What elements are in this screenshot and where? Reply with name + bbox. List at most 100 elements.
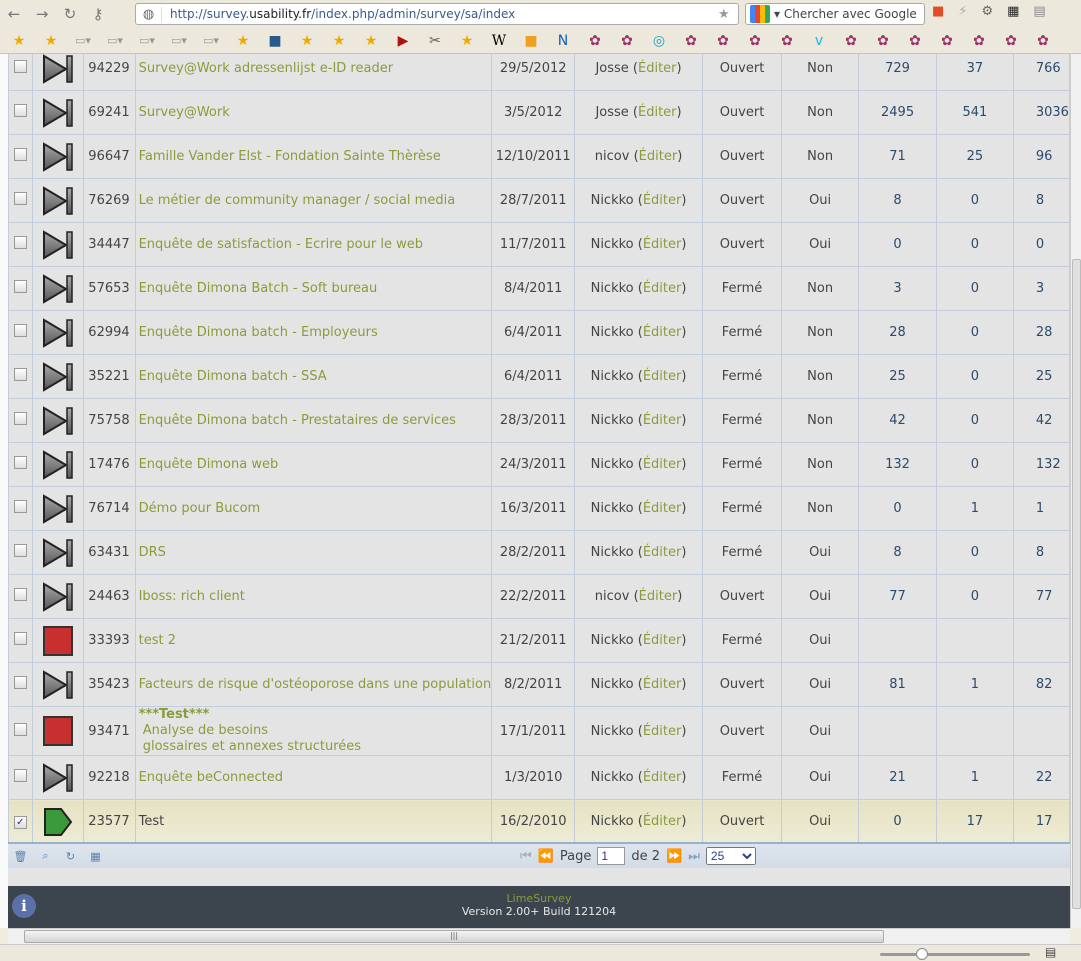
forward-icon[interactable]: → — [28, 5, 56, 23]
bookmark-flower-icon[interactable]: ✿ — [968, 33, 990, 49]
html5-icon[interactable]: ■ — [932, 4, 944, 19]
extension-icon[interactable]: ⚙ — [981, 4, 993, 19]
zoom-slider[interactable] — [880, 948, 1030, 960]
horizontal-scrollbar[interactable]: ||| — [8, 928, 1070, 944]
select-cell[interactable] — [8, 90, 33, 135]
select-cell[interactable] — [8, 662, 33, 707]
row-checkbox[interactable] — [13, 588, 27, 601]
edit-owner-link[interactable]: Éditer — [643, 281, 682, 296]
stop-next-icon[interactable] — [31, 486, 85, 531]
bookmark-flower-icon[interactable]: ✿ — [744, 33, 766, 49]
survey-title-link[interactable]: Enquête Dimona batch - Employeurs — [139, 325, 378, 340]
stop-icon[interactable] — [31, 618, 85, 663]
stop-next-icon[interactable] — [31, 178, 85, 223]
bookmark-flower-icon[interactable]: ✿ — [1000, 33, 1022, 49]
bookmark-flower-icon[interactable]: ✿ — [872, 33, 894, 49]
survey-row[interactable]: 94229 Survey@Work adressenlijst e-ID rea… — [8, 54, 1070, 91]
survey-title[interactable]: Test — [139, 814, 165, 829]
survey-title-link[interactable]: DRS — [139, 545, 166, 560]
stop-icon[interactable] — [31, 706, 85, 756]
select-cell[interactable] — [8, 755, 33, 800]
edit-owner-link[interactable]: Éditer — [643, 457, 682, 472]
stop-next-icon[interactable] — [31, 442, 85, 487]
bookmark-star-icon[interactable]: ★ — [8, 33, 30, 49]
footer-product[interactable]: LimeSurvey — [8, 892, 1070, 905]
stop-next-icon[interactable] — [31, 54, 85, 91]
spellcheck-icon[interactable]: ▤ — [1033, 4, 1045, 19]
bookmark-star-icon[interactable]: ★ — [232, 33, 254, 49]
bookmark-folder-icon[interactable]: ▭▾ — [200, 34, 222, 47]
stop-next-icon[interactable] — [31, 574, 85, 619]
select-cell[interactable] — [8, 706, 33, 756]
survey-row[interactable]: 92218 Enquête beConnected 1/3/2010 Nickk… — [8, 755, 1070, 800]
row-checkbox[interactable] — [13, 148, 27, 161]
survey-row[interactable]: 33393 test 2 21/2/2011 Nickko (Éditer) F… — [8, 618, 1070, 663]
stop-next-icon[interactable] — [31, 90, 85, 135]
survey-title-link[interactable]: Iboss: rich client — [139, 589, 245, 604]
row-checkbox[interactable] — [13, 676, 27, 689]
edit-owner-link[interactable]: Éditer — [643, 770, 682, 785]
bookmark-flower-icon[interactable]: ✿ — [776, 33, 798, 49]
bookmark-sf-icon[interactable]: ■ — [264, 33, 286, 49]
columns-icon[interactable]: ▦ — [83, 850, 108, 863]
survey-row[interactable]: 62994 Enquête Dimona batch - Employeurs … — [8, 310, 1070, 355]
stop-next-icon[interactable] — [31, 662, 85, 707]
stop-next-icon[interactable] — [31, 222, 85, 267]
edit-owner-link[interactable]: Éditer — [643, 369, 682, 384]
vertical-scrollbar[interactable] — [1070, 54, 1081, 928]
stop-next-icon[interactable] — [31, 755, 85, 800]
bookmark-star-icon[interactable]: ★ — [328, 33, 350, 49]
bookmark-flower-icon[interactable]: ✿ — [616, 33, 638, 49]
bookmark-wikipedia-icon[interactable]: W — [488, 33, 510, 49]
survey-title-link[interactable]: Survey@Work — [139, 105, 230, 120]
bookmark-folder-icon[interactable]: ▭▾ — [136, 34, 158, 47]
key-icon[interactable]: ⚷ — [84, 5, 112, 23]
survey-title-link[interactable]: Démo pour Bucom — [139, 501, 261, 516]
bookmark-ring-icon[interactable]: ◎ — [648, 33, 670, 49]
select-cell[interactable] — [8, 54, 33, 91]
select-cell[interactable] — [8, 222, 33, 267]
survey-title-link[interactable]: Facteurs de risque d'ostéoporose dans un… — [139, 677, 491, 692]
bookmark-star-icon[interactable]: ★ — [360, 33, 382, 49]
layout-icon[interactable]: ▤ — [1045, 945, 1056, 959]
row-checkbox[interactable]: ✓ — [13, 816, 27, 829]
select-cell[interactable] — [8, 398, 33, 443]
survey-row[interactable]: 24463 Iboss: rich client 22/2/2011 nicov… — [8, 574, 1070, 619]
survey-row[interactable]: 35423 Facteurs de risque d'ostéoporose d… — [8, 662, 1070, 707]
survey-row[interactable]: 35221 Enquête Dimona batch - SSA 6/4/201… — [8, 354, 1070, 399]
survey-row[interactable]: 69241 Survey@Work 3/5/2012 Josse (Éditer… — [8, 90, 1070, 135]
survey-row[interactable]: 93471 ***Test*** Analyse de besoins glos… — [8, 706, 1070, 756]
survey-title-link[interactable]: Enquête Dimona batch - SSA — [139, 369, 327, 384]
first-page-icon[interactable]: ⏮ — [520, 849, 532, 864]
bookmark-flower-icon[interactable]: ✿ — [936, 33, 958, 49]
bookmark-folder-icon[interactable]: ▭▾ — [104, 34, 126, 47]
edit-owner-link[interactable]: Éditer — [643, 724, 682, 739]
survey-row[interactable]: 76714 Démo pour Bucom 16/3/2011 Nickko (… — [8, 486, 1070, 531]
row-checkbox[interactable] — [13, 456, 27, 469]
bookmark-flower-icon[interactable]: ✿ — [680, 33, 702, 49]
row-checkbox[interactable] — [13, 722, 27, 736]
page-size-select[interactable]: 25 — [705, 847, 756, 865]
bookmark-orange-icon[interactable]: ■ — [520, 33, 542, 49]
row-checkbox[interactable] — [13, 324, 27, 337]
bookmark-flower-icon[interactable]: ✿ — [840, 33, 862, 49]
row-checkbox[interactable] — [13, 769, 27, 782]
edit-owner-link[interactable]: Éditer — [643, 633, 682, 648]
select-cell[interactable] — [8, 178, 33, 223]
row-checkbox[interactable] — [13, 544, 27, 557]
bookmark-star-icon[interactable]: ★ — [296, 33, 318, 49]
bookmark-star-icon[interactable]: ★ — [40, 33, 62, 49]
survey-row[interactable]: 34447 Enquête de satisfaction - Ecrire p… — [8, 222, 1070, 267]
edit-owner-link[interactable]: Éditer — [643, 193, 682, 208]
survey-title-link[interactable]: Survey@Work adressenlijst e-ID reader — [139, 61, 393, 76]
select-cell[interactable] — [8, 530, 33, 575]
reload-icon[interactable]: ↻ — [56, 5, 84, 23]
survey-title-link[interactable]: Le métier de community manager / social … — [139, 193, 456, 208]
select-cell[interactable] — [8, 310, 33, 355]
bookmark-n-icon[interactable]: N — [552, 33, 574, 49]
select-cell[interactable] — [8, 134, 33, 179]
row-checkbox[interactable] — [13, 412, 27, 425]
survey-title-link[interactable]: ***Test*** Analyse de besoins glossaires… — [139, 708, 491, 755]
url-bar[interactable]: ◍ http://survey.usability.fr/index.php/a… — [135, 3, 739, 25]
edit-owner-link[interactable]: Éditer — [638, 61, 677, 76]
